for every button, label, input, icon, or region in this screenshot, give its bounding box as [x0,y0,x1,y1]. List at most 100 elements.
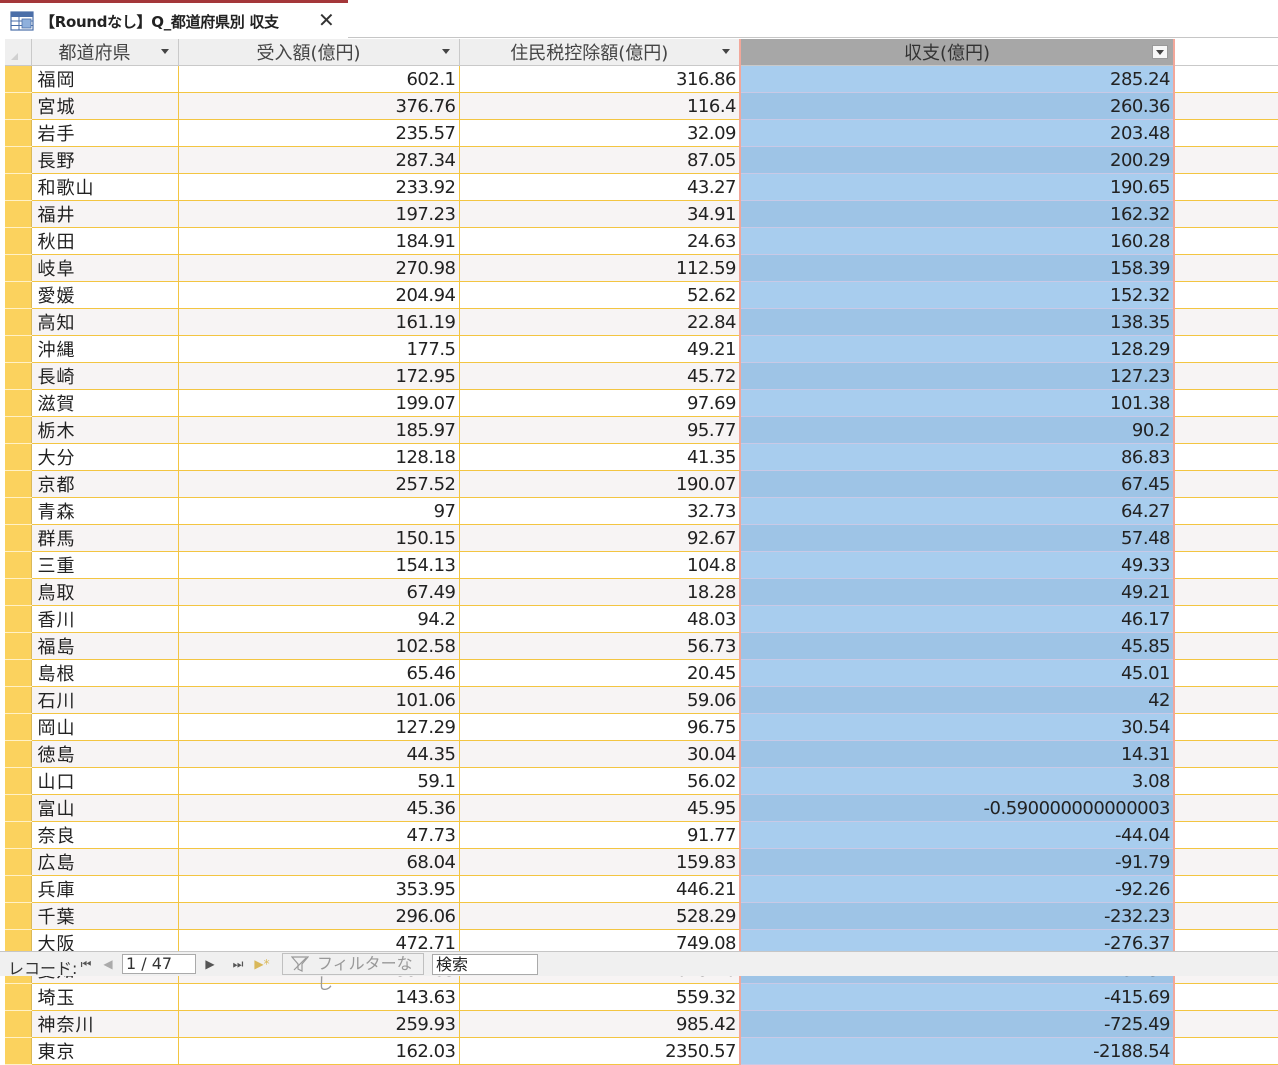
table-row[interactable]: 埼玉 143.63 559.32 -415.69 [5,983,1278,1011]
cell-received[interactable]: 97 [178,497,460,525]
table-row[interactable]: 福井 197.23 34.91 162.32 [5,200,1278,228]
table-row[interactable]: 香川 94.2 48.03 46.17 [5,605,1278,633]
cell-deduction[interactable]: 48.03 [459,605,741,633]
record-selector[interactable] [5,119,32,147]
cell-deduction[interactable]: 446.21 [459,875,741,903]
record-selector[interactable] [5,632,32,660]
record-selector[interactable] [5,1010,32,1038]
cell-received[interactable]: 376.76 [178,92,460,120]
cell-balance[interactable]: 86.83 [739,443,1175,471]
cell-pref[interactable]: 滋賀 [31,389,179,417]
cell-deduction[interactable]: 56.02 [459,767,741,795]
record-selector[interactable] [5,659,32,687]
table-row[interactable]: 福岡 602.1 316.86 285.24 [5,65,1278,93]
cell-received[interactable]: 44.35 [178,740,460,768]
record-selector[interactable] [5,1037,32,1065]
cell-balance[interactable]: 128.29 [739,335,1175,363]
record-selector[interactable] [5,416,32,444]
cell-balance[interactable]: -725.49 [739,1010,1175,1038]
cell-pref[interactable]: 群馬 [31,524,179,552]
cell-deduction[interactable]: 56.73 [459,632,741,660]
cell-deduction[interactable]: 528.29 [459,902,741,930]
cell-received[interactable]: 65.46 [178,659,460,687]
record-selector[interactable] [5,146,32,174]
cell-pref[interactable]: 高知 [31,308,179,336]
cell-received[interactable]: 235.57 [178,119,460,147]
cell-received[interactable]: 233.92 [178,173,460,201]
table-row[interactable]: 神奈川 259.93 985.42 -725.49 [5,1010,1278,1038]
cell-received[interactable]: 177.5 [178,335,460,363]
column-header-pref[interactable]: 都道府県 [31,39,179,66]
cell-pref[interactable]: 福井 [31,200,179,228]
chevron-down-icon[interactable] [441,49,450,54]
cell-deduction[interactable]: 190.07 [459,470,741,498]
cell-deduction[interactable]: 316.86 [459,65,741,93]
cell-received[interactable]: 47.73 [178,821,460,849]
cell-deduction[interactable]: 159.83 [459,848,741,876]
cell-pref[interactable]: 香川 [31,605,179,633]
table-row[interactable]: 岡山 127.29 96.75 30.54 [5,713,1278,741]
cell-balance[interactable]: 101.38 [739,389,1175,417]
cell-pref[interactable]: 京都 [31,470,179,498]
cell-balance[interactable]: 49.21 [739,578,1175,606]
cell-balance[interactable]: 45.01 [739,659,1175,687]
chevron-down-icon[interactable] [722,49,730,54]
record-selector[interactable] [5,551,32,579]
select-all-corner[interactable] [5,39,32,66]
dropdown-button[interactable] [1152,45,1168,59]
cell-balance[interactable]: 90.2 [739,416,1175,444]
cell-pref[interactable]: 沖縄 [31,335,179,363]
record-selector[interactable] [5,605,32,633]
table-row[interactable]: 大分 128.18 41.35 86.83 [5,443,1278,471]
cell-balance[interactable]: 49.33 [739,551,1175,579]
cell-received[interactable]: 161.19 [178,308,460,336]
table-row[interactable]: 和歌山 233.92 43.27 190.65 [5,173,1278,201]
cell-pref[interactable]: 東京 [31,1037,179,1065]
table-row[interactable]: 岐阜 270.98 112.59 158.39 [5,254,1278,282]
cell-pref[interactable]: 富山 [31,794,179,822]
document-tab[interactable]: 【Roundなし】Q_都道府県別 収支 ✕ [0,0,348,38]
cell-deduction[interactable]: 91.77 [459,821,741,849]
cell-balance[interactable]: 57.48 [739,524,1175,552]
new-record-icon[interactable]: ▶* [254,955,270,973]
record-selector[interactable] [5,335,32,363]
cell-deduction[interactable]: 34.91 [459,200,741,228]
cell-balance[interactable]: 158.39 [739,254,1175,282]
cell-deduction[interactable]: 985.42 [459,1010,741,1038]
cell-deduction[interactable]: 49.21 [459,335,741,363]
cell-balance[interactable]: 30.54 [739,713,1175,741]
cell-pref[interactable]: 山口 [31,767,179,795]
cell-balance[interactable]: 203.48 [739,119,1175,147]
cell-pref[interactable]: 鳥取 [31,578,179,606]
cell-received[interactable]: 102.58 [178,632,460,660]
table-row[interactable]: 三重 154.13 104.8 49.33 [5,551,1278,579]
cell-balance[interactable]: 260.36 [739,92,1175,120]
cell-deduction[interactable]: 116.4 [459,92,741,120]
cell-received[interactable]: 197.23 [178,200,460,228]
cell-balance[interactable]: 152.32 [739,281,1175,309]
record-selector[interactable] [5,524,32,552]
record-selector[interactable] [5,200,32,228]
table-row[interactable]: 兵庫 353.95 446.21 -92.26 [5,875,1278,903]
cell-received[interactable]: 184.91 [178,227,460,255]
cell-pref[interactable]: 秋田 [31,227,179,255]
record-selector[interactable] [5,497,32,525]
cell-deduction[interactable]: 20.45 [459,659,741,687]
cell-received[interactable]: 259.93 [178,1010,460,1038]
record-selector[interactable] [5,227,32,255]
cell-pref[interactable]: 宮城 [31,92,179,120]
cell-deduction[interactable]: 41.35 [459,443,741,471]
cell-balance[interactable]: 285.24 [739,65,1175,93]
record-selector[interactable] [5,821,32,849]
table-row[interactable]: 青森 97 32.73 64.27 [5,497,1278,525]
table-row[interactable]: 栃木 185.97 95.77 90.2 [5,416,1278,444]
cell-pref[interactable]: 福岡 [31,65,179,93]
cell-pref[interactable]: 岡山 [31,713,179,741]
record-selector[interactable] [5,173,32,201]
record-selector[interactable] [5,254,32,282]
record-selector[interactable] [5,794,32,822]
table-row[interactable]: 鳥取 67.49 18.28 49.21 [5,578,1278,606]
cell-received[interactable]: 172.95 [178,362,460,390]
cell-balance[interactable]: 127.23 [739,362,1175,390]
cell-balance[interactable]: -0.590000000000003 [739,794,1175,822]
